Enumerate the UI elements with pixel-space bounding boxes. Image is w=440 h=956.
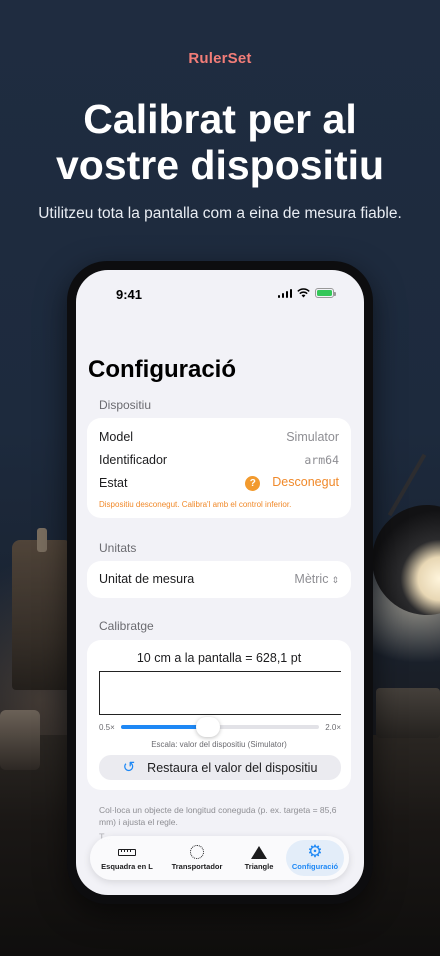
microscope-decoration [12, 528, 72, 690]
section-header-calibration: Calibratge [99, 619, 154, 633]
brand-name: RulerSet [188, 50, 252, 67]
scale-slider[interactable] [120, 717, 320, 737]
identifier-value: arm64 [304, 453, 339, 467]
subheadline: Utilitzeu tota la pantalla com a eina de… [38, 205, 402, 222]
cellular-signal-icon [277, 288, 292, 298]
battery-icon [315, 288, 336, 298]
status-value: Desconegut [272, 475, 339, 489]
calibration-footnote: Col·loca un objecte de longitud coneguda… [99, 805, 337, 827]
question-icon: ? [245, 476, 261, 491]
slider-knob[interactable] [196, 717, 221, 737]
page-title: Configuració [88, 356, 236, 383]
gear-icon-wrap: ⚙ [307, 842, 323, 861]
status-time: 9:41 [116, 287, 143, 302]
restore-label: Restaura el valor del dispositiu [147, 760, 318, 775]
unit-label: Unitat de mesura [99, 572, 195, 586]
measure-text: 10 cm a la pantalla = 628,1 pt [136, 651, 302, 665]
headline: Calibrat per al vostre dispositiu [0, 96, 440, 188]
instrument-decoration-left [0, 710, 40, 770]
headline-line-1: Calibrat per al [83, 96, 357, 142]
unit-picker-row[interactable]: Unitat de mesura Mètric ⇕ [99, 569, 339, 589]
status-icons [277, 288, 336, 298]
device-card: Model Simulator Identificador arm64 Esta… [87, 418, 351, 518]
ruler-preview [99, 671, 341, 715]
tab-protractor[interactable]: Transportador [162, 840, 232, 876]
triangle-icon-wrap [251, 845, 267, 859]
calibration-card: 10 cm a la pantalla = 628,1 pt 0.5× 2.0×… [87, 640, 351, 790]
ruler-icon [118, 848, 136, 856]
headline-line-2: vostre dispositiu [55, 142, 385, 188]
tab-label: Configuració [291, 862, 339, 871]
tab-label: Esquadra en L [101, 862, 153, 871]
model-value: Simulator [286, 430, 339, 444]
tab-label: Transportador [171, 862, 223, 871]
restore-icon: ↺ [122, 759, 136, 776]
identifier-label: Identificador [99, 453, 168, 467]
model-label: Model [99, 430, 134, 444]
tab-bar: Esquadra en L Transportador Triangle ⚙ C… [90, 836, 349, 880]
row-identifier: Identificador arm64 [99, 450, 339, 470]
status-value-group: ? Desconegut [245, 475, 339, 491]
tab-triangle[interactable]: Triangle [234, 840, 284, 876]
slider-max-label: 2.0× [325, 722, 341, 732]
tab-label: Triangle [244, 862, 274, 871]
row-model: Model Simulator [99, 427, 339, 447]
gear-icon: ⚙ [307, 842, 323, 861]
tab-settings[interactable]: ⚙ Configuració [286, 840, 344, 876]
scale-note: Escala: valor del dispositiu (Simulator) [151, 740, 287, 749]
phone-frame: 9:41 Configuració Dispositiu Model Simul… [67, 261, 373, 904]
ruler-icon-wrap [118, 845, 136, 859]
protractor-icon [190, 845, 204, 859]
triangle-icon [251, 845, 267, 859]
slider-fill [120, 725, 209, 729]
wifi-icon [297, 288, 310, 298]
section-header-units: Unitats [99, 541, 137, 555]
status-bar: 9:41 [76, 270, 364, 314]
phone-screen: 9:41 Configuració Dispositiu Model Simul… [76, 270, 364, 895]
calibration-measure-text: 10 cm a la pantalla = 628,1 pt [87, 650, 351, 665]
device-warning: Dispositiu desconegut. Calibra'l amb el … [99, 500, 292, 509]
instrument-decoration-right [376, 688, 440, 738]
scale-slider-row: 0.5× 2.0× [99, 717, 341, 737]
unit-picker[interactable]: Mètric ⇕ [294, 572, 339, 586]
units-card: Unitat de mesura Mètric ⇕ [87, 561, 351, 598]
restore-device-value-button[interactable]: ↺ Restaura el valor del dispositiu [99, 755, 341, 780]
unit-value: Mètric [294, 572, 329, 586]
status-label: Estat [99, 476, 128, 490]
protractor-icon-wrap [190, 845, 204, 859]
row-status: Estat ? Desconegut [99, 473, 339, 493]
chevron-up-down-icon: ⇕ [331, 575, 339, 585]
slider-min-label: 0.5× [99, 722, 115, 732]
section-header-device: Dispositiu [99, 398, 152, 412]
tab-l-square[interactable]: Esquadra en L [96, 840, 158, 876]
